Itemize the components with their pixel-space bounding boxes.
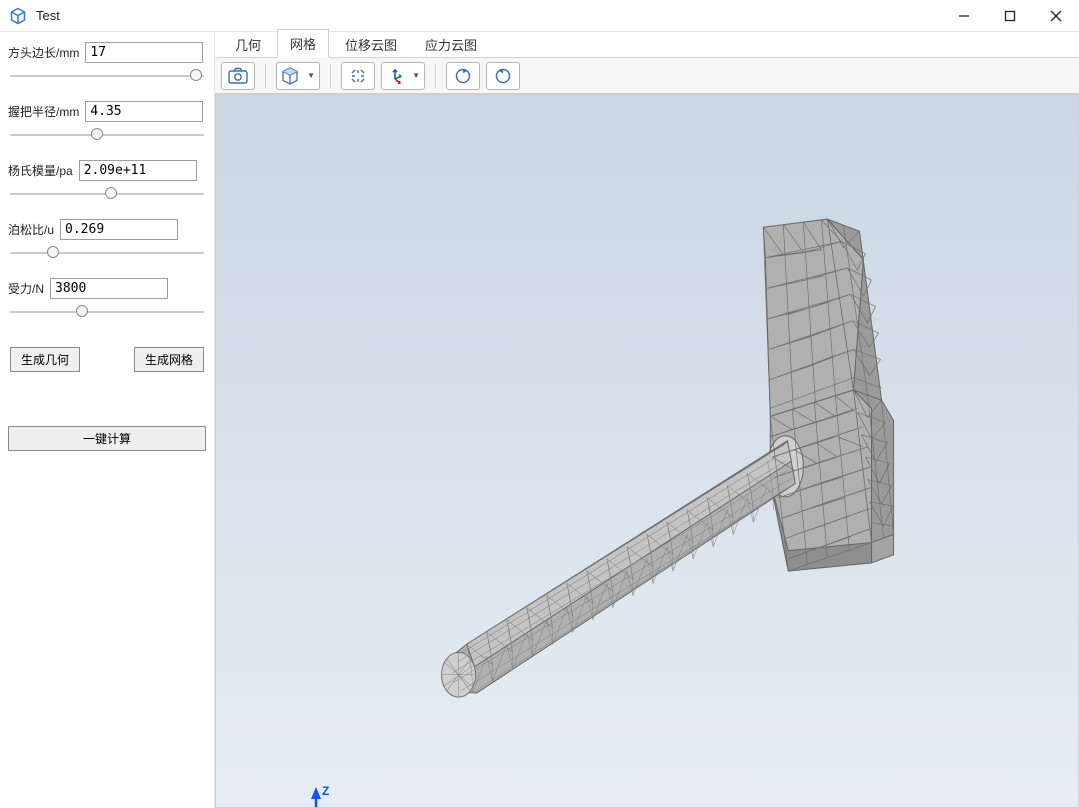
- head-length-slider[interactable]: [10, 69, 204, 83]
- param-label: 受力/N: [8, 280, 44, 297]
- tab-geometry[interactable]: 几何: [223, 31, 273, 58]
- param-label: 泊松比/u: [8, 221, 54, 238]
- minimize-button[interactable]: [941, 0, 987, 32]
- view-cube-button[interactable]: ▼: [276, 62, 320, 90]
- force-slider[interactable]: [10, 305, 204, 319]
- axes-orientation-button[interactable]: ▼: [381, 62, 425, 90]
- maximize-button[interactable]: [987, 0, 1033, 32]
- tab-stress[interactable]: 应力云图: [413, 31, 489, 58]
- young-modulus-input[interactable]: [79, 160, 197, 181]
- viewport-3d[interactable]: Z Y X: [215, 94, 1079, 808]
- mesh-render: [216, 95, 1078, 807]
- close-button[interactable]: [1033, 0, 1079, 32]
- generate-geometry-button[interactable]: 生成几何: [10, 347, 80, 372]
- screenshot-button[interactable]: [221, 62, 255, 90]
- param-poisson-ratio: 泊松比/u: [8, 219, 206, 260]
- chevron-down-icon: ▼: [412, 71, 420, 80]
- param-label: 握把半径/mm: [8, 103, 79, 120]
- param-force: 受力/N: [8, 278, 206, 319]
- grip-radius-slider[interactable]: [10, 128, 204, 142]
- title-bar: Test: [0, 0, 1079, 32]
- param-label: 杨氏模量/pa: [8, 162, 73, 179]
- compute-button[interactable]: 一键计算: [8, 426, 206, 451]
- param-head-length: 方头边长/mm: [8, 42, 206, 83]
- generate-mesh-button[interactable]: 生成网格: [134, 347, 204, 372]
- grip-radius-input[interactable]: [85, 101, 203, 122]
- sidebar: 方头边长/mm 握把半径/mm 杨氏模量/pa: [0, 32, 215, 808]
- poisson-ratio-input[interactable]: [60, 219, 178, 240]
- content-area: 几何 网格 位移云图 应力云图 ▼: [215, 32, 1079, 808]
- rotate-ccw-button[interactable]: [486, 62, 520, 90]
- param-grip-radius: 握把半径/mm: [8, 101, 206, 142]
- poisson-ratio-slider[interactable]: [10, 246, 204, 260]
- app-icon: [8, 6, 28, 26]
- param-young-modulus: 杨氏模量/pa: [8, 160, 206, 201]
- param-label: 方头边长/mm: [8, 44, 79, 61]
- window-title: Test: [36, 8, 60, 23]
- rotate-cw-button[interactable]: [446, 62, 480, 90]
- force-input[interactable]: [50, 278, 168, 299]
- tab-bar: 几何 网格 位移云图 应力云图: [215, 32, 1079, 58]
- main-area: 方头边长/mm 握把半径/mm 杨氏模量/pa: [0, 32, 1079, 808]
- young-modulus-slider[interactable]: [10, 187, 204, 201]
- chevron-down-icon: ▼: [307, 71, 315, 80]
- viewport-toolbar: ▼ ▼: [215, 58, 1079, 94]
- tab-mesh[interactable]: 网格: [277, 29, 329, 58]
- fit-view-button[interactable]: [341, 62, 375, 90]
- svg-text:Z: Z: [322, 784, 329, 798]
- generate-button-row: 生成几何 生成网格: [10, 347, 204, 372]
- tab-displacement[interactable]: 位移云图: [333, 31, 409, 58]
- head-length-input[interactable]: [85, 42, 203, 63]
